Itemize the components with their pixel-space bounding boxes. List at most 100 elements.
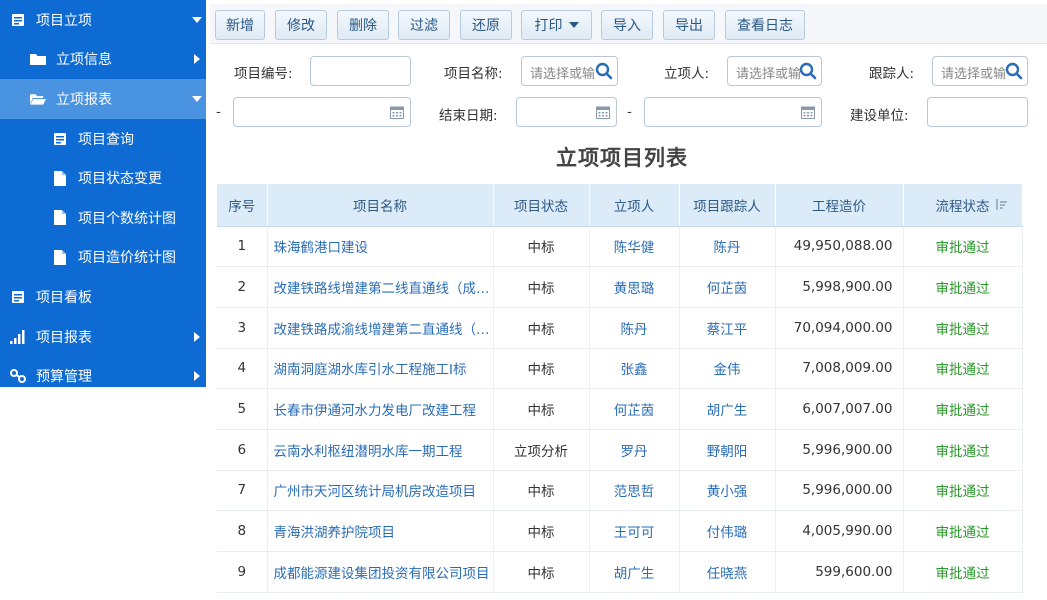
project-name-link[interactable]: 成都能源建设集团投资有限公司项目 bbox=[267, 551, 494, 593]
project-name-link[interactable]: 湖南洞庭湖水库引水工程施工I标 bbox=[267, 348, 494, 390]
caret-down-icon bbox=[568, 22, 579, 28]
project-name-link[interactable]: 珠海鹤港口建设 bbox=[267, 226, 494, 268]
creator-link[interactable]: 陈华健 bbox=[589, 226, 680, 268]
project-cost: 7,008,009.00 bbox=[775, 348, 904, 390]
list-title: 立项项目列表 bbox=[556, 146, 688, 170]
chevron-down-icon bbox=[192, 94, 202, 104]
restore-button[interactable]: 还原 bbox=[460, 10, 512, 40]
tracker-link[interactable]: 蔡江平 bbox=[679, 307, 776, 349]
document-icon bbox=[52, 170, 68, 186]
sort-icon[interactable] bbox=[995, 198, 1008, 211]
table-row[interactable]: 9 成都能源建设集团投资有限公司项目 中标 胡广生 任晓燕 599,600.00 审批通过 bbox=[217, 551, 1023, 593]
project-status: 中标 bbox=[493, 388, 590, 430]
tracker-link[interactable]: 何芷茵 bbox=[679, 266, 776, 308]
sidebar-item-project-query[interactable]: 项目查询 bbox=[0, 119, 206, 159]
project-name-input[interactable]: 请选择或输入 bbox=[521, 56, 618, 86]
table-row[interactable]: 8 青海洪湖养护院项目 中标 王可可 付伟璐 4,005,990.00 审批通过 bbox=[217, 510, 1023, 552]
calendar-icon[interactable] bbox=[801, 105, 815, 119]
project-name-link[interactable]: 改建铁路线增建第二线直通线（成都-西安） bbox=[267, 266, 494, 308]
flow-status: 审批通过 bbox=[903, 388, 1023, 430]
creator-link[interactable]: 陈丹 bbox=[589, 307, 680, 349]
column-header-creator[interactable]: 立项人 bbox=[589, 184, 680, 227]
table-row[interactable]: 3 改建铁路成渝线增建第二直通线（成渝） 中标 陈丹 蔡江平 70,094,000.00 审… bbox=[217, 307, 1023, 349]
column-header-no[interactable]: 序号 bbox=[217, 184, 268, 227]
search-icon[interactable] bbox=[799, 62, 817, 80]
end-date-to-input[interactable] bbox=[644, 97, 822, 127]
sidebar-item-label: 项目造价统计图 bbox=[78, 250, 176, 267]
add-button[interactable]: 新增 bbox=[215, 10, 265, 40]
tracker-link[interactable]: 野朝阳 bbox=[679, 429, 776, 471]
tracker-link[interactable]: 陈丹 bbox=[679, 226, 776, 268]
date-range-separator: - bbox=[627, 104, 632, 120]
construction-unit-input[interactable] bbox=[927, 97, 1028, 127]
project-status: 中标 bbox=[493, 348, 590, 390]
export-button[interactable]: 导出 bbox=[663, 10, 715, 40]
project-status: 中标 bbox=[493, 266, 590, 308]
sidebar-item-label: 项目看板 bbox=[36, 289, 92, 306]
project-name-link[interactable]: 广州市天河区统计局机房改造项目 bbox=[267, 470, 494, 512]
project-cost: 5,998,900.00 bbox=[775, 266, 904, 308]
table-row[interactable]: 2改建铁路线增建第二线直通线（成都-西安）中标黄思璐何芷茵5,998,900.0… bbox=[217, 266, 1023, 308]
column-header-cost[interactable]: 工程造价 bbox=[775, 184, 904, 227]
project-name-link[interactable]: 长春市伊通河水力发电厂改建工程 bbox=[267, 388, 494, 430]
tracker-link[interactable]: 任晓燕 bbox=[679, 551, 776, 593]
sidebar-item-label: 预算管理 bbox=[36, 369, 92, 386]
column-header-flow-status[interactable]: 流程状态 bbox=[903, 184, 1023, 227]
creator-link[interactable]: 罗丹 bbox=[589, 429, 680, 471]
calendar-icon[interactable] bbox=[390, 105, 404, 119]
delete-button[interactable]: 删除 bbox=[337, 10, 389, 40]
search-icon[interactable] bbox=[1005, 62, 1023, 80]
tracker-link[interactable]: 金伟 bbox=[679, 348, 776, 390]
project-name-link[interactable]: 云南水利枢纽潜明水库一期工程 bbox=[267, 429, 494, 471]
row-number: 3 bbox=[217, 307, 268, 349]
creator-link[interactable]: 范思哲 bbox=[589, 470, 680, 512]
sidebar-item-project-info[interactable]: 立项信息 bbox=[0, 40, 206, 80]
creator-link[interactable]: 胡广生 bbox=[589, 551, 680, 593]
table-row[interactable]: 1 珠海鹤港口建设 中标 陈华健 陈丹 49,950,088.00 审批通过 bbox=[217, 226, 1023, 268]
sidebar-item-count-chart[interactable]: 项目个数统计图 bbox=[0, 198, 206, 238]
edit-button[interactable]: 修改 bbox=[275, 10, 327, 40]
tracker-link[interactable]: 付伟璐 bbox=[679, 510, 776, 552]
column-header-status[interactable]: 项目状态 bbox=[493, 184, 590, 227]
sidebar-item-project-approval[interactable]: 项目立项 bbox=[0, 0, 206, 40]
sidebar-item-project-board[interactable]: 项目看板 bbox=[0, 277, 206, 317]
creator-link[interactable]: 王可可 bbox=[589, 510, 680, 552]
import-button[interactable]: 导入 bbox=[601, 10, 653, 40]
start-date-input[interactable] bbox=[233, 97, 411, 127]
search-icon[interactable] bbox=[595, 62, 613, 80]
sidebar-item-cost-chart[interactable]: 项目造价统计图 bbox=[0, 238, 206, 278]
filter-button[interactable]: 过滤 bbox=[398, 10, 450, 40]
project-name-link[interactable]: 青海洪湖养护院项目 bbox=[267, 510, 494, 552]
creator-input[interactable]: 请选择或输入 bbox=[727, 56, 822, 86]
creator-link[interactable]: 黄思璐 bbox=[589, 266, 680, 308]
table-row[interactable]: 7 广州市天河区统计局机房改造项目 中标 范思哲 黄小强 5,996,000.00 审批通过 bbox=[217, 470, 1023, 512]
chevron-right-icon bbox=[192, 331, 202, 342]
sidebar-item-project-reports[interactable]: 项目报表 bbox=[0, 317, 206, 357]
project-status: 中标 bbox=[493, 307, 590, 349]
sidebar-item-project-report[interactable]: 立项报表 bbox=[0, 79, 206, 119]
sidebar-item-status-change[interactable]: 项目状态变更 bbox=[0, 158, 206, 198]
tracker-input[interactable]: 请选择或输入 bbox=[932, 56, 1028, 86]
tracker-link[interactable]: 黄小强 bbox=[679, 470, 776, 512]
creator-link[interactable]: 何芷茵 bbox=[589, 388, 680, 430]
chevron-down-icon bbox=[192, 15, 202, 25]
table-row[interactable]: 6 云南水利枢纽潜明水库一期工程 立项分析 罗丹 野朝阳 5,996,900.00 审批通过 bbox=[217, 429, 1023, 471]
print-dropdown-button[interactable]: 打印 bbox=[521, 10, 592, 40]
calendar-icon[interactable] bbox=[596, 105, 610, 119]
end-date-from-input[interactable] bbox=[516, 97, 617, 127]
tracker-link[interactable]: 胡广生 bbox=[679, 388, 776, 430]
column-header-tracker[interactable]: 项目跟踪人 bbox=[679, 184, 776, 227]
view-log-button[interactable]: 查看日志 bbox=[725, 10, 805, 40]
table-row[interactable]: 4 湖南洞庭湖水库引水工程施工I标 中标 张鑫 金伟 7,008,009.00 审批通过 bbox=[217, 348, 1023, 390]
document-icon bbox=[52, 210, 68, 226]
creator-link[interactable]: 张鑫 bbox=[589, 348, 680, 390]
sidebar-item-budget[interactable]: 预算管理 bbox=[0, 356, 206, 396]
project-table: 序号 项目名称 项目状态 立项人 项目跟踪人 工程造价 流程状态 1 珠海鹤港口建… bbox=[217, 184, 1023, 593]
column-header-name[interactable]: 项目名称 bbox=[267, 184, 494, 227]
project-no-input[interactable] bbox=[310, 56, 411, 86]
table-row[interactable]: 5 长春市伊通河水力发电厂改建工程 中标 何芷茵 胡广生 6,007,007.00 审批通过 bbox=[217, 388, 1023, 430]
row-number: 8 bbox=[217, 510, 268, 552]
toolbar: 新增 修改 删除 过滤 还原 打印 导入 导出 查看日志 bbox=[210, 4, 1047, 44]
flow-status: 审批通过 bbox=[903, 470, 1023, 512]
project-name-link[interactable]: 改建铁路成渝线增建第二直通线（成渝） bbox=[267, 307, 494, 349]
